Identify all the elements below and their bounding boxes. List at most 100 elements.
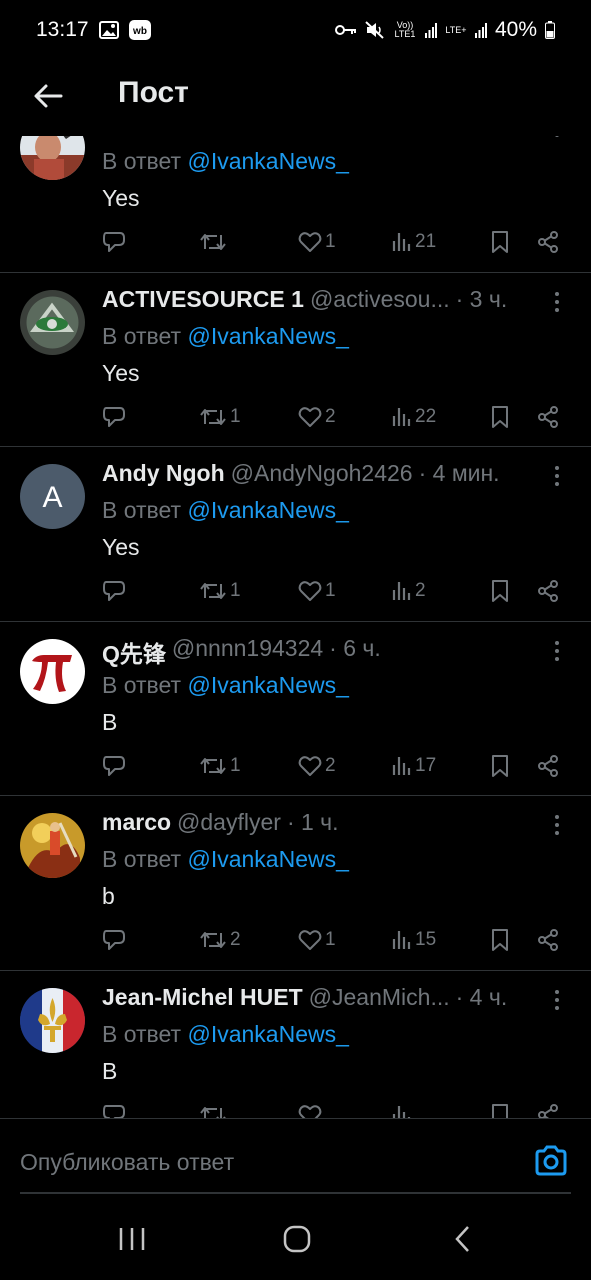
- back-button[interactable]: [28, 76, 68, 116]
- reply-input[interactable]: Опубликовать ответ: [20, 1149, 234, 1176]
- author-name[interactable]: ACTIVESOURCE 1: [102, 286, 304, 313]
- like-button[interactable]: 2: [298, 402, 336, 432]
- more-options-button[interactable]: [545, 988, 569, 1012]
- retweet-icon: [200, 408, 226, 425]
- reply-context: В ответ @IvankaNews_: [102, 323, 349, 350]
- recent-apps-button[interactable]: [112, 1224, 152, 1254]
- post-meta: ACTIVESOURCE 1 @activesou... · 3 ч.: [102, 286, 531, 313]
- author-name[interactable]: Jean-Michel HUET: [102, 984, 303, 1011]
- like-button[interactable]: 1: [298, 227, 336, 257]
- author-name[interactable]: Andy Ngoh: [102, 460, 225, 487]
- post-time: · 4 ч.: [455, 983, 508, 1010]
- avatar[interactable]: A: [20, 464, 85, 529]
- retweet-button[interactable]: [199, 1100, 230, 1118]
- share-button[interactable]: [536, 576, 560, 606]
- more-options-button[interactable]: [545, 290, 569, 314]
- retweet-button[interactable]: 2: [199, 925, 241, 955]
- author-handle[interactable]: @activesou...: [310, 286, 450, 313]
- reply-mention-link[interactable]: @IvankaNews_: [187, 846, 348, 872]
- bookmark-icon: [492, 929, 508, 951]
- reply-mention-link[interactable]: @IvankaNews_: [187, 148, 348, 174]
- retweet-icon: [200, 1106, 226, 1118]
- retweet-icon: [200, 234, 226, 250]
- bookmark-button[interactable]: [490, 1100, 510, 1118]
- reply-post[interactable]: A Andy Ngoh @AndyNgoh2426 · 4 мин. В ответ @…: [0, 447, 591, 622]
- like-button[interactable]: [298, 1100, 325, 1118]
- reply-button[interactable]: [102, 576, 129, 606]
- camera-button[interactable]: [533, 1143, 569, 1179]
- retweet-button[interactable]: [199, 227, 230, 257]
- bookmark-button[interactable]: [490, 925, 510, 955]
- avatar[interactable]: [20, 289, 85, 355]
- retweet-button[interactable]: 1: [199, 402, 241, 432]
- views-button[interactable]: [392, 1100, 415, 1118]
- share-button[interactable]: [536, 227, 560, 257]
- retweet-button[interactable]: 1: [199, 751, 241, 781]
- bookmark-icon: [492, 580, 508, 602]
- author-handle[interactable]: @dayflyer: [177, 809, 281, 836]
- avatar[interactable]: [20, 136, 85, 180]
- author-handle[interactable]: @AndyNgoh2426: [231, 460, 413, 487]
- reply-mention-link[interactable]: @IvankaNews_: [187, 672, 348, 698]
- avatar[interactable]: [20, 813, 85, 878]
- post-meta: bob @bob546541467... · 46 мин.: [102, 136, 531, 139]
- reply-post[interactable]: bob @bob546541467... · 46 мин. В ответ @Iva…: [0, 136, 591, 273]
- reply-post[interactable]: Q先锋 @nnnn194324 · 6 ч. В ответ @IvankaNews_…: [0, 622, 591, 796]
- views-button[interactable]: 22: [392, 402, 436, 432]
- bookmark-button[interactable]: [490, 402, 510, 432]
- like-button[interactable]: 1: [298, 576, 336, 606]
- bookmark-button[interactable]: [490, 227, 510, 257]
- reply-post[interactable]: Jean-Michel HUET @JeanMich... · 4 ч. В отве…: [0, 971, 591, 1118]
- more-options-button[interactable]: [545, 813, 569, 837]
- author-handle[interactable]: @JeanMich...: [309, 984, 450, 1011]
- system-back-button[interactable]: [443, 1224, 483, 1254]
- more-options-button[interactable]: [545, 136, 569, 139]
- reply-post[interactable]: marco @dayflyer · 1 ч. В ответ @IvankaNews_…: [0, 796, 591, 971]
- verified-badge: [150, 136, 172, 139]
- post-time: · 3 ч.: [455, 285, 508, 312]
- author-handle[interactable]: @nnnn194324: [172, 635, 323, 669]
- reply-button[interactable]: [102, 925, 129, 955]
- avatar[interactable]: [20, 987, 85, 1053]
- recent-apps-icon: [119, 1228, 145, 1250]
- reply-button[interactable]: [102, 402, 129, 432]
- reply-button[interactable]: [102, 751, 129, 781]
- reply-mention-link[interactable]: @IvankaNews_: [187, 1021, 348, 1047]
- author-name[interactable]: Q先锋: [102, 635, 166, 669]
- author-name[interactable]: marco: [102, 809, 171, 836]
- share-button[interactable]: [536, 751, 560, 781]
- reply-prefix: В ответ: [102, 846, 188, 872]
- like-button[interactable]: 2: [298, 751, 336, 781]
- reply-button[interactable]: [102, 227, 129, 257]
- post-text: Yes: [102, 534, 140, 560]
- retweet-button[interactable]: 1: [199, 576, 241, 606]
- reply-mention-link[interactable]: @IvankaNews_: [187, 497, 348, 523]
- speech-bubble-icon: [103, 232, 125, 252]
- views-button[interactable]: 17: [392, 751, 436, 781]
- home-button[interactable]: [277, 1224, 317, 1254]
- reply-button[interactable]: [102, 1100, 129, 1118]
- reply-post[interactable]: ACTIVESOURCE 1 @activesou... · 3 ч. В ответ…: [0, 273, 591, 447]
- bookmark-button[interactable]: [490, 576, 510, 606]
- system-nav-bar: [0, 1198, 591, 1280]
- views-button[interactable]: 2: [392, 576, 426, 606]
- bookmark-button[interactable]: [490, 751, 510, 781]
- more-options-button[interactable]: [545, 464, 569, 488]
- retweet-count: 1: [230, 580, 241, 601]
- views-button[interactable]: 21: [392, 227, 436, 257]
- share-button[interactable]: [536, 925, 560, 955]
- more-options-button[interactable]: [545, 639, 569, 663]
- share-button[interactable]: [536, 1100, 560, 1118]
- share-button[interactable]: [536, 402, 560, 432]
- author-handle[interactable]: @bob546541467...: [178, 136, 374, 139]
- avatar[interactable]: [20, 638, 85, 704]
- author-name[interactable]: bob: [102, 136, 144, 139]
- like-button[interactable]: 1: [298, 925, 336, 955]
- battery-icon: [545, 21, 555, 39]
- retweet-count: 1: [230, 405, 241, 427]
- replies-feed[interactable]: bob @bob546541467... · 46 мин. В ответ @Iva…: [0, 136, 591, 1118]
- reply-mention-link[interactable]: @IvankaNews_: [187, 323, 348, 349]
- speech-bubble-icon: [103, 930, 125, 950]
- heart-icon: [298, 406, 322, 427]
- views-button[interactable]: 15: [392, 925, 436, 955]
